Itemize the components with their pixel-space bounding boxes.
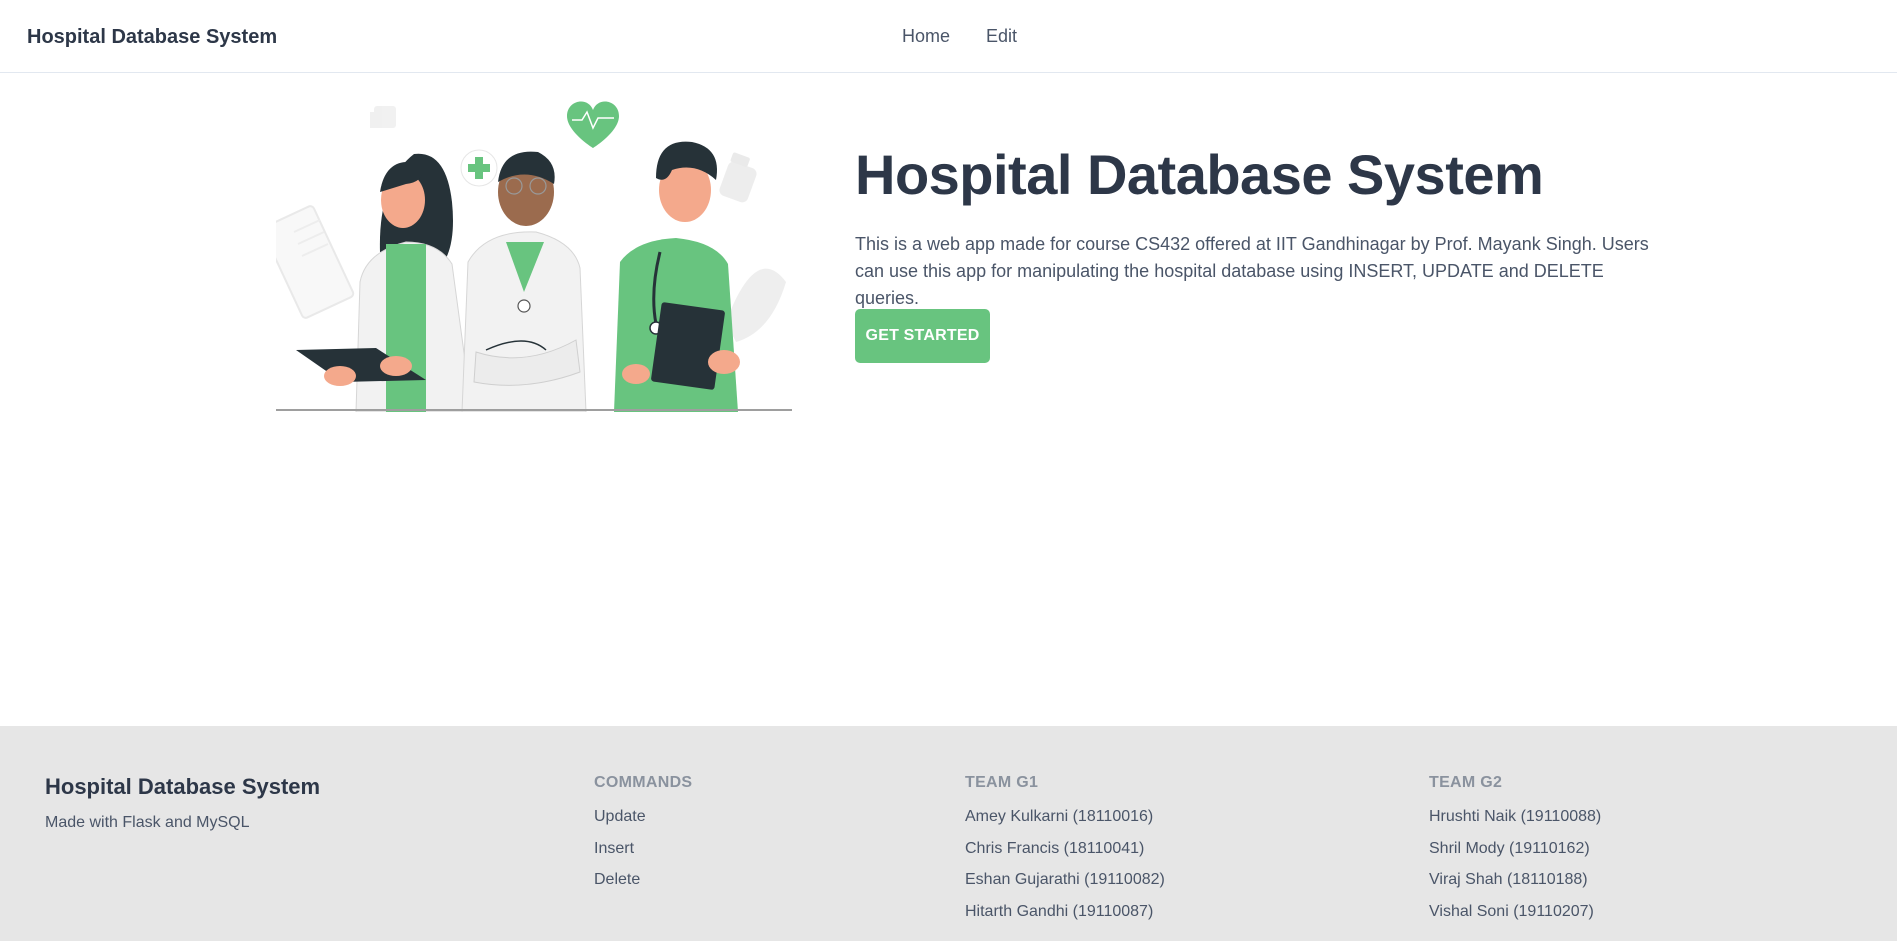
commands-heading: COMMANDS [594,774,693,791]
team-member: Vishal Soni (19110207) [1429,902,1594,920]
hero-title: Hospital Database System [855,143,1544,206]
team-member: Hrushti Naik (19110088) [1429,808,1602,825]
plus-icon [460,149,498,187]
footer-team-g2-column: TEAM G2 Hrushti Naik (19110088) Shril Mo… [1429,774,1601,934]
footer-commands-column: COMMANDS Update Insert Delete [594,774,692,903]
clipboard-icon [276,205,355,319]
pill-bottle-icon [719,152,757,203]
team-member: Viraj Shah (18110188) [1429,871,1588,888]
footer-brand: Hospital Database System [45,774,321,799]
team-member: Chris Francis (18110041) [965,839,1145,857]
doctors-illustration [276,101,792,412]
nav-edit-link[interactable]: Edit [986,26,1017,47]
hero-section: Hospital Database System This is a web a… [855,143,1675,312]
update-link[interactable]: Update [594,808,692,826]
nav-links: Home Edit [902,26,1017,47]
team-g1-heading: TEAM G1 [965,774,1039,791]
heart-icon [567,101,619,148]
get-started-button[interactable]: GET STARTED [855,309,990,363]
team-member: Eshan Gujarathi (19110082) [965,871,1165,888]
team-g2-heading: TEAM G2 [1429,774,1503,791]
team-member: Shril Mody (19110162) [1429,839,1590,857]
thumbs-up-icon [370,106,396,128]
team-member: Amey Kulkarni (18110016) [965,808,1154,825]
delete-link[interactable]: Delete [594,871,692,889]
footer: Hospital Database System Made with Flask… [0,726,1897,941]
top-navbar: Hospital Database System Home Edit [0,0,1897,73]
hero-description: This is a web app made for course CS432 … [855,234,1649,308]
team-member: Hitarth Gandhi (19110087) [965,902,1154,920]
brand-title[interactable]: Hospital Database System [27,26,277,49]
nav-home-link[interactable]: Home [902,26,950,47]
footer-tagline: Made with Flask and MySQL [45,814,250,831]
footer-team-g1-column: TEAM G1 Amey Kulkarni (18110016) Chris F… [965,774,1165,934]
insert-link[interactable]: Insert [594,840,692,858]
